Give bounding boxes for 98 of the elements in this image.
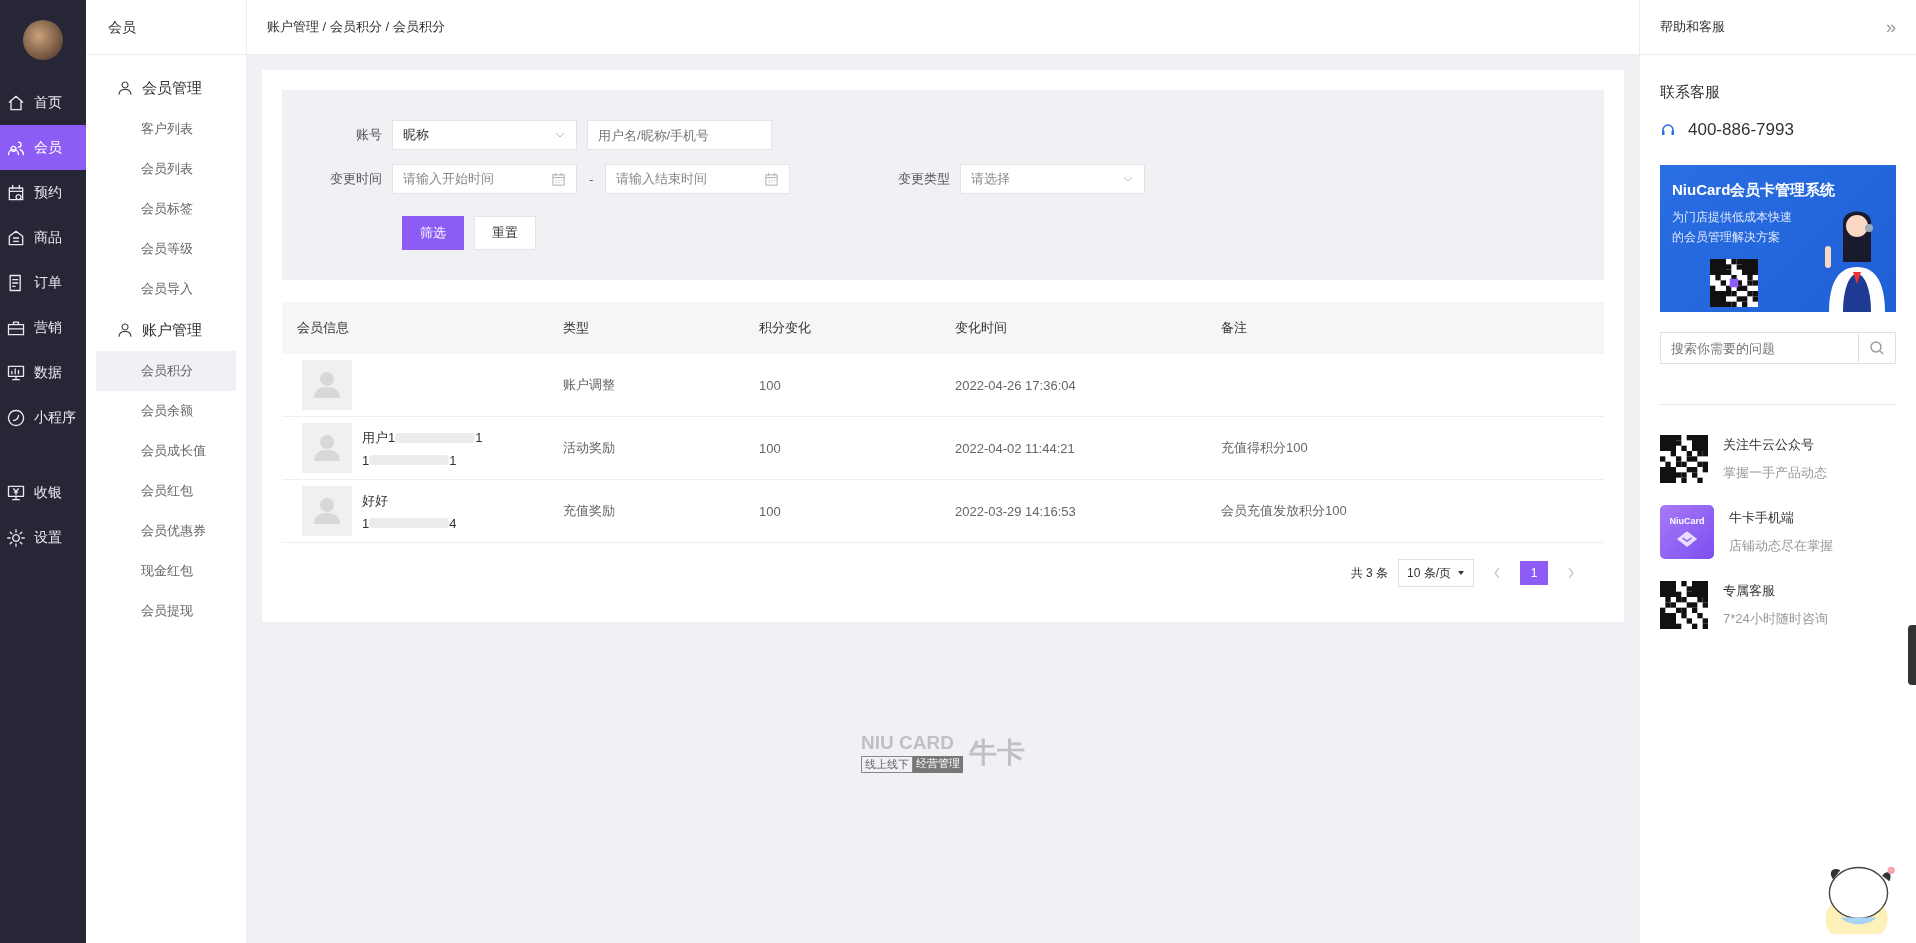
account-input[interactable]: 用户名/昵称/手机号 — [587, 120, 772, 150]
calendar-icon — [764, 171, 780, 187]
submenu-item[interactable]: 客户列表 — [96, 109, 236, 149]
submenu-item[interactable]: 现金红包 — [96, 551, 236, 591]
column-header: 变化时间 — [940, 302, 1206, 354]
store-avatar[interactable] — [23, 20, 63, 60]
user-icon — [116, 79, 134, 97]
member-phone: 1 — [362, 452, 370, 468]
range-separator: - — [588, 171, 595, 187]
filter-button[interactable]: 筛选 — [402, 216, 464, 250]
nav-item[interactable]: 订单 — [0, 260, 86, 305]
nav-item[interactable]: 预约 — [0, 170, 86, 215]
table-cell: 活动奖励 — [548, 416, 744, 480]
nav-icon — [6, 182, 26, 203]
table-cell: 2022-04-02 11:44:21 — [940, 416, 1206, 480]
banner-text: 的会员管理解决方案 — [1672, 229, 1781, 246]
table-cell: 账户调整 — [548, 354, 744, 417]
table-cell: 2022-03-29 14:16:53 — [940, 479, 1206, 543]
phone-number: 400-886-7993 — [1688, 120, 1794, 140]
account-type-select[interactable]: 昵称 — [392, 120, 577, 150]
nav-item[interactable]: 收银 — [0, 470, 86, 515]
start-date-field[interactable]: 请输入开始时间 — [392, 164, 577, 194]
headset-icon — [1660, 122, 1676, 138]
field-label: 变更类型 — [897, 170, 951, 188]
reset-button[interactable]: 重置 — [474, 216, 536, 250]
member-name: 好好 — [362, 491, 388, 510]
submenu-item[interactable]: 会员列表 — [96, 149, 236, 189]
link-subtitle: 7*24小时随时咨询 — [1723, 610, 1828, 628]
submenu-item[interactable]: 会员积分 — [96, 351, 236, 391]
qr-code-icon — [1660, 435, 1708, 483]
table-cell: 100 — [744, 416, 940, 480]
panel-title: 帮助和客服 — [1660, 18, 1725, 36]
submenu-item[interactable]: 会员提现 — [96, 591, 236, 631]
link-subtitle: 掌握一手产品动态 — [1723, 464, 1827, 482]
contact-title: 联系客服 — [1660, 83, 1721, 102]
side-handle[interactable] — [1908, 625, 1916, 685]
avatar-placeholder-icon — [302, 360, 352, 410]
avatar-placeholder-icon — [302, 423, 352, 473]
help-search-field[interactable]: 搜索你需要的问题 — [1660, 332, 1896, 364]
table-cell: 2022-04-26 17:36:04 — [940, 354, 1206, 417]
nav-icon — [6, 527, 26, 548]
nav-item[interactable]: 营销 — [0, 305, 86, 350]
table-cell: 充值得积分100 — [1221, 440, 1308, 455]
submenu-item[interactable]: 会员标签 — [96, 189, 236, 229]
banner-title: NiuCard会员卡管理系统 — [1672, 181, 1836, 200]
field-label: 变更时间 — [329, 170, 382, 188]
end-date-field[interactable]: 请输入结束时间 — [605, 164, 791, 194]
submenu-item[interactable]: 会员红包 — [96, 471, 236, 511]
column-header: 备注 — [1206, 302, 1604, 354]
nav-item[interactable]: 首页 — [0, 80, 86, 125]
nav-icon — [6, 407, 26, 428]
nav-item[interactable]: 设置 — [0, 515, 86, 560]
avatar-placeholder-icon — [302, 486, 352, 536]
group-title: 会员管理 — [142, 78, 202, 98]
member-phone-end: 1 — [449, 452, 457, 468]
promo-banner[interactable]: NiuCard会员卡管理系统 为门店提供低成本快速 的会员管理解决方案 — [1660, 165, 1896, 312]
calendar-icon — [551, 171, 566, 187]
group-title: 账户管理 — [142, 320, 202, 340]
qr-code-icon — [1710, 259, 1758, 307]
nav-item[interactable]: 小程序 — [0, 395, 86, 440]
page-button[interactable]: 1 — [1520, 561, 1548, 585]
table-cell: 充值奖励 — [548, 479, 744, 543]
table-cell: 会员充值发放积分100 — [1221, 503, 1347, 518]
nav-item[interactable]: 商品 — [0, 215, 86, 260]
table-cell: 100 — [744, 354, 940, 417]
member-phone-end: 4 — [449, 515, 457, 531]
previous-page-icon[interactable] — [1492, 565, 1502, 581]
link-subtitle: 店铺动态尽在掌握 — [1729, 537, 1833, 555]
column-header: 会员信息 — [282, 302, 548, 354]
member-phone: 1 — [362, 515, 370, 531]
link-title[interactable]: 关注牛云公众号 — [1723, 436, 1827, 454]
qr-code-icon — [1660, 581, 1708, 629]
change-type-select[interactable]: 请选择 — [960, 164, 1146, 194]
column-header: 类型 — [548, 302, 744, 354]
link-title[interactable]: 专属客服 — [1723, 582, 1828, 600]
page-size-select[interactable]: 10 条/页 — [1398, 559, 1474, 587]
submenu-item[interactable]: 会员等级 — [96, 229, 236, 269]
nav-item[interactable]: 数据 — [0, 350, 86, 395]
field-label: 账号 — [355, 126, 382, 144]
breadcrumb: 账户管理 / 会员积分 / 会员积分 — [267, 18, 445, 36]
next-page-icon[interactable] — [1566, 565, 1576, 581]
submenu-item[interactable]: 会员优惠券 — [96, 511, 236, 551]
nav-item[interactable]: 会员 — [0, 125, 86, 170]
banner-text: 为门店提供低成本快速 — [1672, 209, 1793, 226]
submenu-item[interactable]: 会员余额 — [96, 391, 236, 431]
submenu-item[interactable]: 会员成长值 — [96, 431, 236, 471]
app-icon: NiuCard — [1660, 505, 1714, 559]
member-name-end: 1 — [475, 430, 483, 445]
user-icon — [116, 321, 134, 339]
search-icon[interactable] — [1869, 340, 1885, 356]
member-name: 用户1 — [362, 428, 396, 447]
section-title: 会员 — [86, 0, 246, 55]
submenu-item[interactable]: 会员导入 — [96, 269, 236, 309]
link-title[interactable]: 牛卡手机端 — [1729, 509, 1833, 527]
table-cell: 100 — [744, 479, 940, 543]
caret-icon — [1457, 569, 1465, 577]
column-header: 积分变化 — [744, 302, 940, 354]
total-count: 共 3 条 — [1350, 564, 1388, 582]
